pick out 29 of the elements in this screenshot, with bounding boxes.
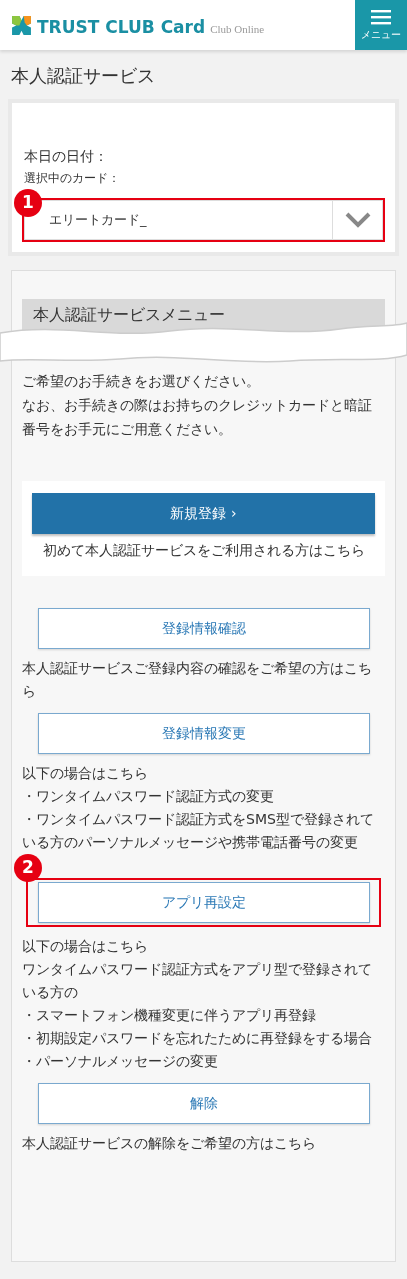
description-text: ・ワンタイムパスワード認証方式をSMS型で登録されている方のパーソナルメッセージや携帯電話番号の変更 xyxy=(22,810,375,852)
menu-action-button[interactable]: 登録情報確認 xyxy=(37,608,370,649)
intro-text: なお、お手続きの際はお持ちのクレジットカードと暗証番号をお手元にご用意ください。 xyxy=(22,396,373,439)
callout-badge: 2 xyxy=(14,854,42,882)
intro-text: ご希望のお手続きをお選びください。 xyxy=(22,372,261,391)
menu-icon xyxy=(371,8,391,25)
logo-icon xyxy=(11,14,32,36)
date-label: 本日の日付： xyxy=(24,147,109,166)
page-title: 本人認証サービス xyxy=(10,64,156,88)
logo-subtitle: Club Online xyxy=(210,23,265,36)
description-text: 初めて本人認証サービスをご利用される方はこちら xyxy=(41,541,366,560)
description-text: 本人認証サービスご登録内容の確認をご希望の方はこちら xyxy=(22,659,373,701)
description-text: ・パーソナルメッセージの変更 xyxy=(22,1052,219,1071)
description-text: ・ワンタイムパスワード認証方式の変更 xyxy=(22,787,275,806)
description-text: 本人認証サービスの解除をご希望の方はこちら xyxy=(22,1134,317,1153)
menu-button[interactable]: メニュー xyxy=(355,0,407,50)
logo-text: TRUST CLUB Card xyxy=(37,18,206,36)
description-text: ・スマートフォン機種変更に伴うアプリ再登録 xyxy=(22,1006,317,1025)
chevron-down-icon xyxy=(344,212,371,228)
card-label: 選択中のカード： xyxy=(24,170,121,187)
description-text: 以下の場合はこちら xyxy=(22,937,149,956)
register-button[interactable]: 新規登録 › xyxy=(32,493,375,534)
menu-action-button[interactable]: 解除 xyxy=(37,1083,370,1124)
menu-action-button[interactable]: 登録情報変更 xyxy=(37,713,370,754)
description-text: ワンタイムパスワード認証方式をアプリ型で登録されている方の xyxy=(22,960,373,1002)
callout-badge: 1 xyxy=(14,189,42,217)
description-text: ・初期設定パスワードを忘れたために再登録をする場合 xyxy=(22,1029,373,1048)
description-text: 以下の場合はこちら xyxy=(22,764,149,783)
menu-action-button[interactable]: アプリ再設定 xyxy=(37,882,370,923)
